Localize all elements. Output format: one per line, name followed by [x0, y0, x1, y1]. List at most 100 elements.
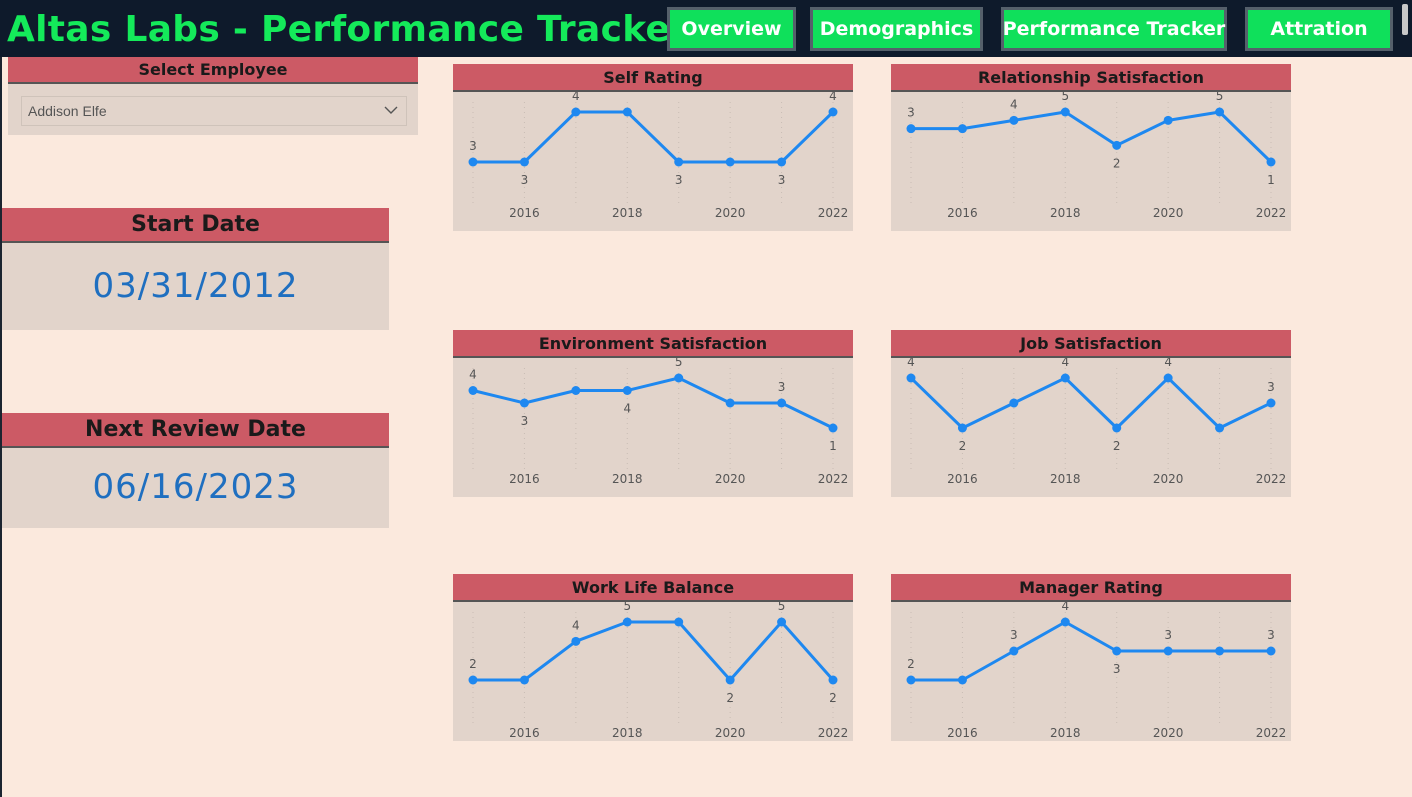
data-point[interactable] — [957, 124, 967, 134]
data-label: 3 — [675, 173, 683, 187]
data-label: 2 — [959, 439, 967, 453]
data-point[interactable] — [1112, 423, 1122, 433]
data-point[interactable] — [906, 675, 916, 685]
data-point[interactable] — [828, 107, 838, 117]
data-point[interactable] — [1266, 646, 1276, 656]
nav-attration-button[interactable]: Attration — [1245, 7, 1393, 51]
app-title: Altas Labs - Performance Tracker — [7, 9, 689, 50]
work-life-balance-chart: Work Life Balance 2 4 5 2 5 2 2016 2018 2020 2022 — [453, 574, 853, 741]
data-label: 3 — [1164, 628, 1172, 642]
data-point[interactable] — [1060, 617, 1070, 627]
x-tick-label: 2022 — [818, 472, 849, 486]
chart-title: Job Satisfaction — [891, 330, 1291, 358]
chart-title: Relationship Satisfaction — [891, 64, 1291, 92]
next-review-date-title: Next Review Date — [2, 413, 389, 448]
data-label: 5 — [675, 358, 683, 369]
data-label: 3 — [778, 380, 786, 394]
data-point[interactable] — [1060, 373, 1070, 383]
relationship-satisfaction-plot: 3 4 5 2 5 1 2016 2018 2020 2022 — [906, 92, 1286, 220]
chart-title: Work Life Balance — [453, 574, 853, 602]
x-tick-label: 2020 — [1153, 206, 1184, 220]
work-life-balance-plot: 2 4 5 2 5 2 2016 2018 2020 2022 — [468, 602, 848, 740]
chart-title: Self Rating — [453, 64, 853, 92]
data-point[interactable] — [1163, 646, 1173, 656]
manager-rating-plot: 2 3 4 3 3 3 2016 2018 2020 2022 — [906, 602, 1287, 740]
x-tick-label: 2022 — [1256, 472, 1287, 486]
data-point[interactable] — [1215, 107, 1225, 117]
data-label: 3 — [1010, 628, 1018, 642]
data-point[interactable] — [622, 617, 632, 627]
data-label: 4 — [907, 358, 915, 369]
data-point[interactable] — [957, 675, 967, 685]
data-point[interactable] — [468, 675, 478, 685]
data-point[interactable] — [906, 124, 916, 134]
data-point[interactable] — [725, 398, 735, 408]
scrollbar-thumb[interactable] — [1402, 4, 1408, 35]
series-line — [473, 110, 835, 164]
data-point[interactable] — [519, 398, 529, 408]
data-point[interactable] — [519, 675, 529, 685]
data-point[interactable] — [725, 157, 735, 167]
x-tick-label: 2018 — [1050, 726, 1081, 740]
data-label: 2 — [726, 691, 734, 705]
x-tick-label: 2022 — [1256, 726, 1287, 740]
nav-overview-button[interactable]: Overview — [667, 7, 796, 51]
data-point[interactable] — [468, 386, 478, 395]
data-point[interactable] — [1163, 115, 1173, 125]
data-point[interactable] — [1163, 373, 1173, 383]
data-label: 3 — [521, 173, 529, 187]
slicer-title: Select Employee — [8, 57, 418, 84]
x-tick-label: 2022 — [818, 206, 849, 220]
data-point[interactable] — [1009, 646, 1019, 656]
data-point[interactable] — [622, 386, 632, 395]
data-point[interactable] — [674, 157, 684, 167]
nav-demographics-button[interactable]: Demographics — [810, 7, 983, 51]
data-point[interactable] — [1060, 107, 1070, 117]
data-point[interactable] — [1266, 398, 1276, 408]
data-point[interactable] — [1215, 646, 1225, 656]
data-point[interactable] — [468, 157, 478, 167]
data-label: 3 — [1267, 380, 1275, 394]
self-rating-chart: Self Rating 3 3 4 3 3 4 2016 2018 2020 2022 — [453, 64, 853, 231]
data-label: 4 — [1010, 97, 1018, 111]
data-point[interactable] — [622, 107, 632, 117]
x-tick-label: 2018 — [612, 726, 643, 740]
data-point[interactable] — [1009, 398, 1019, 408]
data-label: 4 — [829, 92, 837, 103]
employee-dropdown[interactable]: Addison Elfe — [21, 96, 407, 126]
data-point[interactable] — [571, 386, 581, 395]
x-tick-label: 2018 — [612, 206, 643, 220]
data-label: 4 — [469, 368, 477, 382]
data-label: 3 — [521, 414, 529, 428]
data-point[interactable] — [1112, 140, 1122, 150]
nav-performance-tracker-button[interactable]: Performance Tracker — [1001, 7, 1227, 51]
data-point[interactable] — [674, 617, 684, 627]
x-tick-label: 2016 — [947, 206, 978, 220]
self-rating-plot: 3 3 4 3 3 4 2016 2018 2020 2022 — [468, 92, 849, 220]
x-tick-label: 2020 — [715, 726, 746, 740]
data-label: 3 — [907, 106, 915, 120]
data-point[interactable] — [957, 423, 967, 433]
data-point[interactable] — [725, 675, 735, 685]
data-point[interactable] — [571, 107, 581, 117]
data-point[interactable] — [1266, 157, 1276, 167]
data-point[interactable] — [1009, 115, 1019, 125]
x-tick-label: 2016 — [509, 472, 540, 486]
data-point[interactable] — [1112, 646, 1122, 656]
data-label: 3 — [1267, 628, 1275, 642]
x-tick-label: 2018 — [1050, 206, 1081, 220]
x-tick-label: 2016 — [509, 726, 540, 740]
data-point[interactable] — [828, 675, 838, 685]
job-satisfaction-plot: 4 2 4 2 4 3 2016 2018 2020 2022 — [906, 358, 1287, 486]
data-point[interactable] — [828, 423, 838, 433]
data-label: 3 — [778, 173, 786, 187]
data-point[interactable] — [777, 617, 787, 627]
next-review-date-card: Next Review Date 06/16/2023 — [2, 413, 389, 528]
data-point[interactable] — [571, 636, 581, 646]
data-point[interactable] — [519, 157, 529, 167]
data-point[interactable] — [777, 398, 787, 408]
data-point[interactable] — [777, 157, 787, 167]
data-point[interactable] — [1215, 423, 1225, 433]
data-point[interactable] — [674, 373, 684, 383]
data-point[interactable] — [906, 373, 916, 383]
